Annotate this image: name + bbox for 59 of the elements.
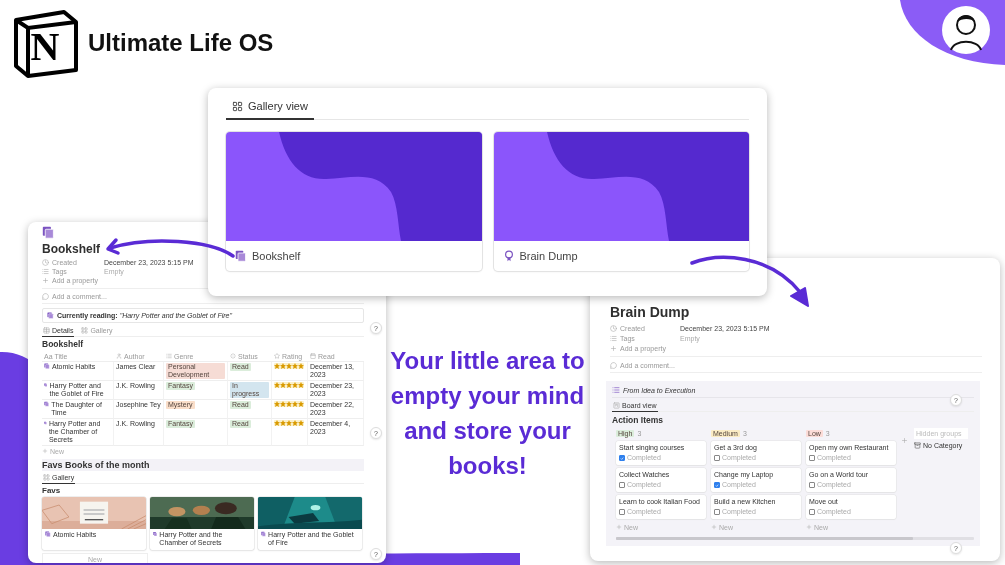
table-icon <box>43 327 50 334</box>
board-icon <box>613 402 620 409</box>
list-icon <box>166 353 172 359</box>
books-icon <box>44 363 50 369</box>
plus-icon <box>711 524 717 530</box>
clock-icon <box>610 324 617 332</box>
tagline: Your little area to empty your mind and store your books! <box>389 346 586 481</box>
checkbox[interactable] <box>619 454 625 461</box>
comment-icon <box>42 293 49 300</box>
avatar <box>942 6 990 54</box>
plus-icon <box>610 344 617 352</box>
clock-icon <box>42 259 49 266</box>
books-icon <box>44 420 47 427</box>
list-icon <box>610 334 617 342</box>
comment-icon <box>610 361 617 369</box>
checkbox[interactable] <box>714 481 720 488</box>
archive-icon <box>914 442 921 449</box>
card-title: Brain Dump <box>519 250 578 262</box>
calendar-icon <box>310 353 316 359</box>
books-icon <box>235 250 247 262</box>
gallery-card[interactable]: Bookshelf <box>226 132 482 271</box>
grid-icon <box>232 100 243 112</box>
checkbox[interactable] <box>714 508 720 515</box>
checkbox[interactable] <box>809 481 815 488</box>
page-title: Bookshelf <box>42 242 100 256</box>
books-icon <box>153 531 158 538</box>
logo: N <box>12 8 80 78</box>
books-icon <box>47 312 54 319</box>
checkbox[interactable] <box>809 508 815 515</box>
board-title: Action Items <box>612 415 663 425</box>
books-icon <box>44 401 50 408</box>
checkbox[interactable] <box>619 481 625 488</box>
plus-icon <box>42 448 48 455</box>
checkbox[interactable] <box>809 454 815 461</box>
table-title: Bookshelf <box>42 339 85 349</box>
add-group-icon <box>901 437 908 444</box>
card-title: Bookshelf <box>252 250 301 262</box>
star-icon <box>274 353 280 359</box>
grid-icon <box>81 327 89 334</box>
gallery-card[interactable]: Brain Dump <box>493 132 749 271</box>
checkbox[interactable] <box>714 454 720 461</box>
brand-title: Ultimate Life OS <box>88 29 274 57</box>
books-icon <box>45 531 51 538</box>
list-icon <box>42 268 49 275</box>
plus-icon <box>806 524 812 530</box>
books-icon <box>261 531 267 538</box>
page-title: Brain Dump <box>610 304 690 320</box>
spinner-icon <box>230 353 236 359</box>
view-tab[interactable]: Gallery view <box>226 96 314 120</box>
section-heading: Favs Books of the month <box>42 459 364 472</box>
gallery-title: Favs <box>42 486 62 496</box>
books-icon <box>44 382 48 389</box>
grid-icon <box>43 474 50 482</box>
plus-icon <box>616 524 622 530</box>
plus-icon <box>42 277 49 284</box>
checkbox[interactable] <box>619 508 625 515</box>
list-icon <box>612 386 620 394</box>
person-icon <box>116 353 122 359</box>
books-icon <box>42 226 55 239</box>
